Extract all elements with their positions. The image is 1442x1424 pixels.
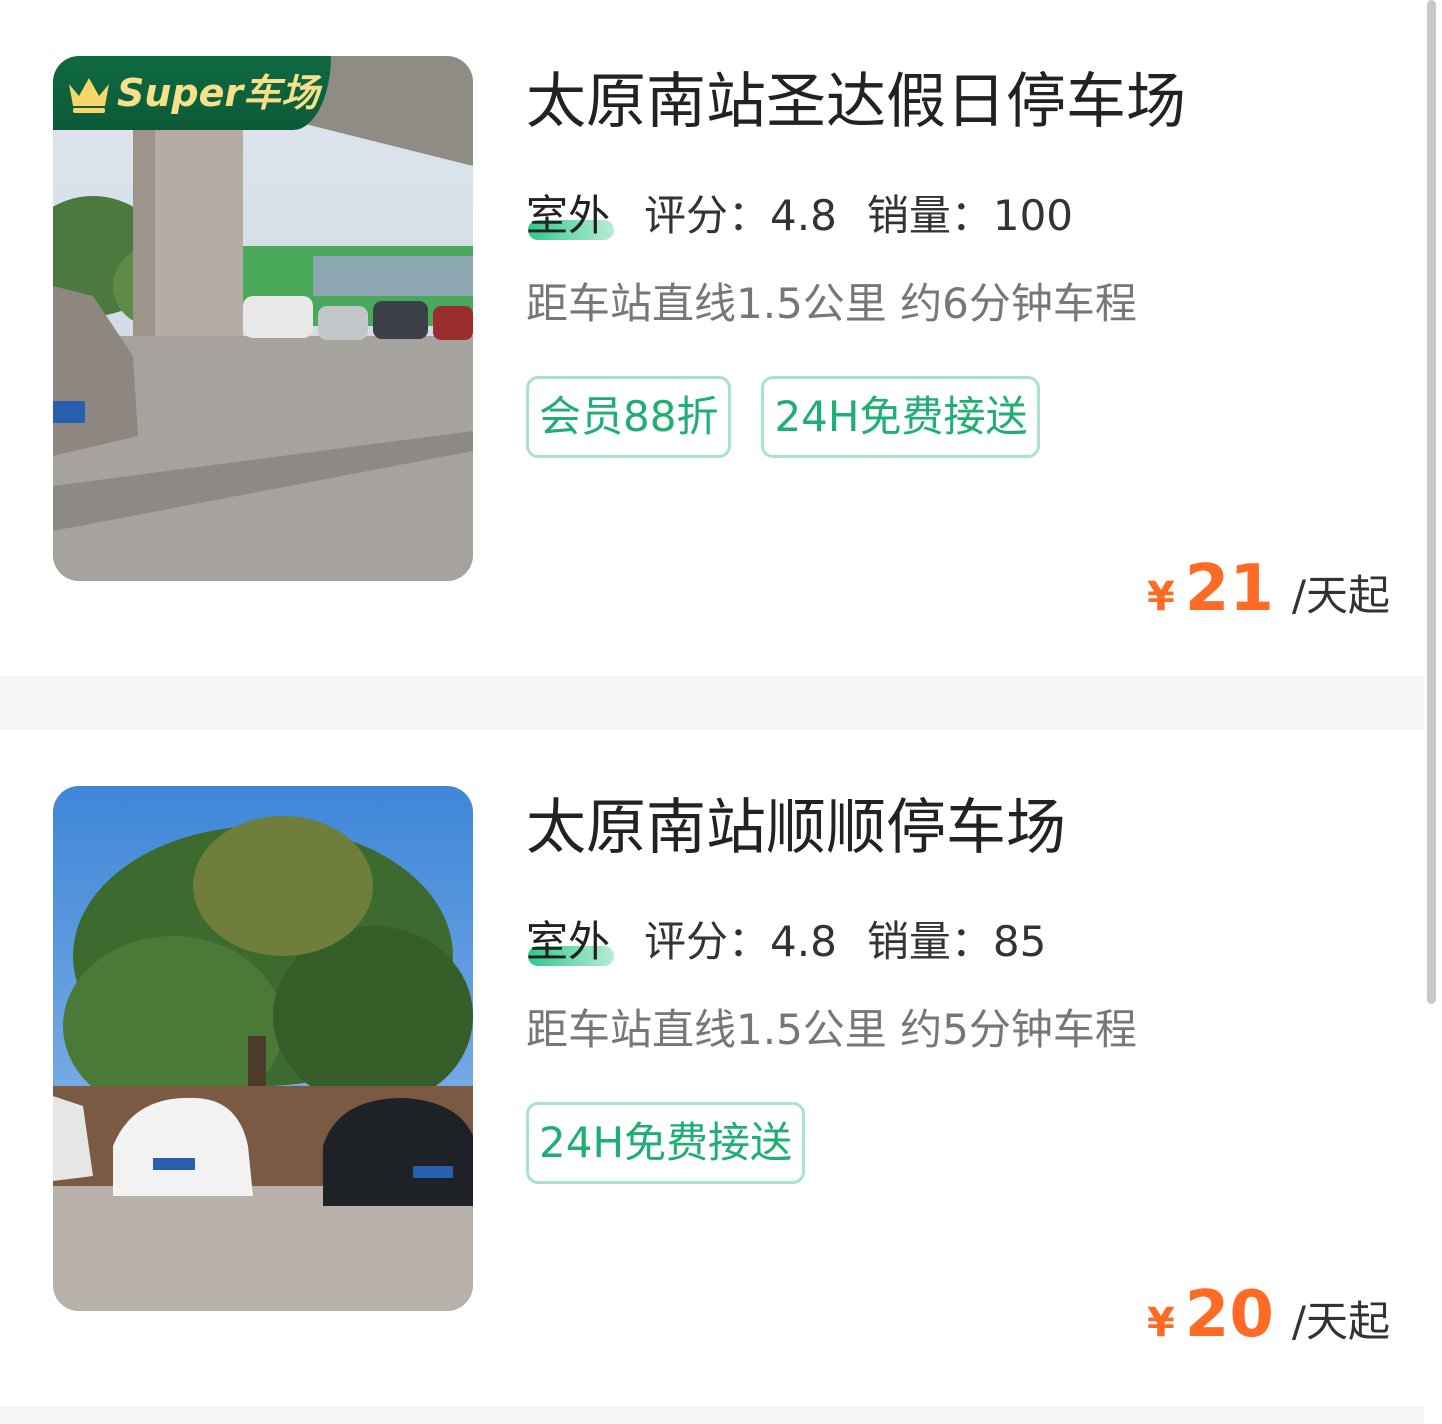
tag-free-shuttle: 24H免费接送 (526, 1102, 806, 1184)
sales: 销量：100 (866, 191, 1074, 240)
parking-list: Super车场 太原南站圣达假日停车场 室外 评分：4.8 销量：100 距车站直… (0, 0, 1424, 1424)
parking-meta: 室外 评分：4.8 销量：100 (526, 188, 1103, 244)
tag-free-shuttle: 24H免费接送 (761, 376, 1041, 458)
parking-title: 太原南站顺顺停车场 (526, 793, 1066, 863)
tag-list: 24H免费接送 (526, 1102, 806, 1184)
super-badge: Super车场 (53, 56, 331, 130)
tag-list: 会员88折 24H免费接送 (526, 376, 1041, 458)
currency-symbol: ¥ (1146, 1300, 1175, 1346)
price-unit: /天起 (1291, 1297, 1390, 1346)
parking-photo-image (53, 56, 473, 581)
parking-title: 太原南站圣达假日停车场 (526, 67, 1186, 137)
distance-info: 距车站直线1.5公里 约5分钟车程 (526, 1005, 1137, 1054)
tag-member-discount: 会员88折 (526, 376, 732, 458)
price-value: 21 (1184, 552, 1274, 626)
price-unit: /天起 (1291, 571, 1390, 620)
parking-type: 室外 (526, 914, 615, 970)
rating: 评分：4.8 (644, 917, 837, 966)
parking-type: 室外 (526, 188, 615, 244)
distance-info: 距车站直线1.5公里 约6分钟车程 (526, 279, 1137, 328)
parking-meta: 室外 评分：4.8 销量：85 (526, 914, 1076, 970)
currency-symbol: ¥ (1146, 574, 1175, 620)
super-badge-label: Super车场 (117, 71, 320, 115)
parking-photo-image (53, 786, 473, 1311)
parking-card[interactable]: 太原南站顺顺停车场 室外 评分：4.8 销量：85 距车站直线1.5公里 约5分钟… (0, 730, 1424, 1406)
parking-photo[interactable] (53, 786, 473, 1311)
crown-icon (69, 78, 109, 113)
price: ¥ 21 /天起 (1147, 552, 1390, 626)
price-value: 20 (1184, 1278, 1274, 1352)
parking-card[interactable]: Super车场 太原南站圣达假日停车场 室外 评分：4.8 销量：100 距车站直… (0, 0, 1424, 676)
sales: 销量：85 (866, 917, 1047, 966)
rating: 评分：4.8 (644, 191, 837, 240)
parking-photo[interactable]: Super车场 (53, 56, 473, 581)
price: ¥ 20 /天起 (1147, 1278, 1390, 1352)
scrollbar-thumb[interactable] (1427, 0, 1436, 1004)
